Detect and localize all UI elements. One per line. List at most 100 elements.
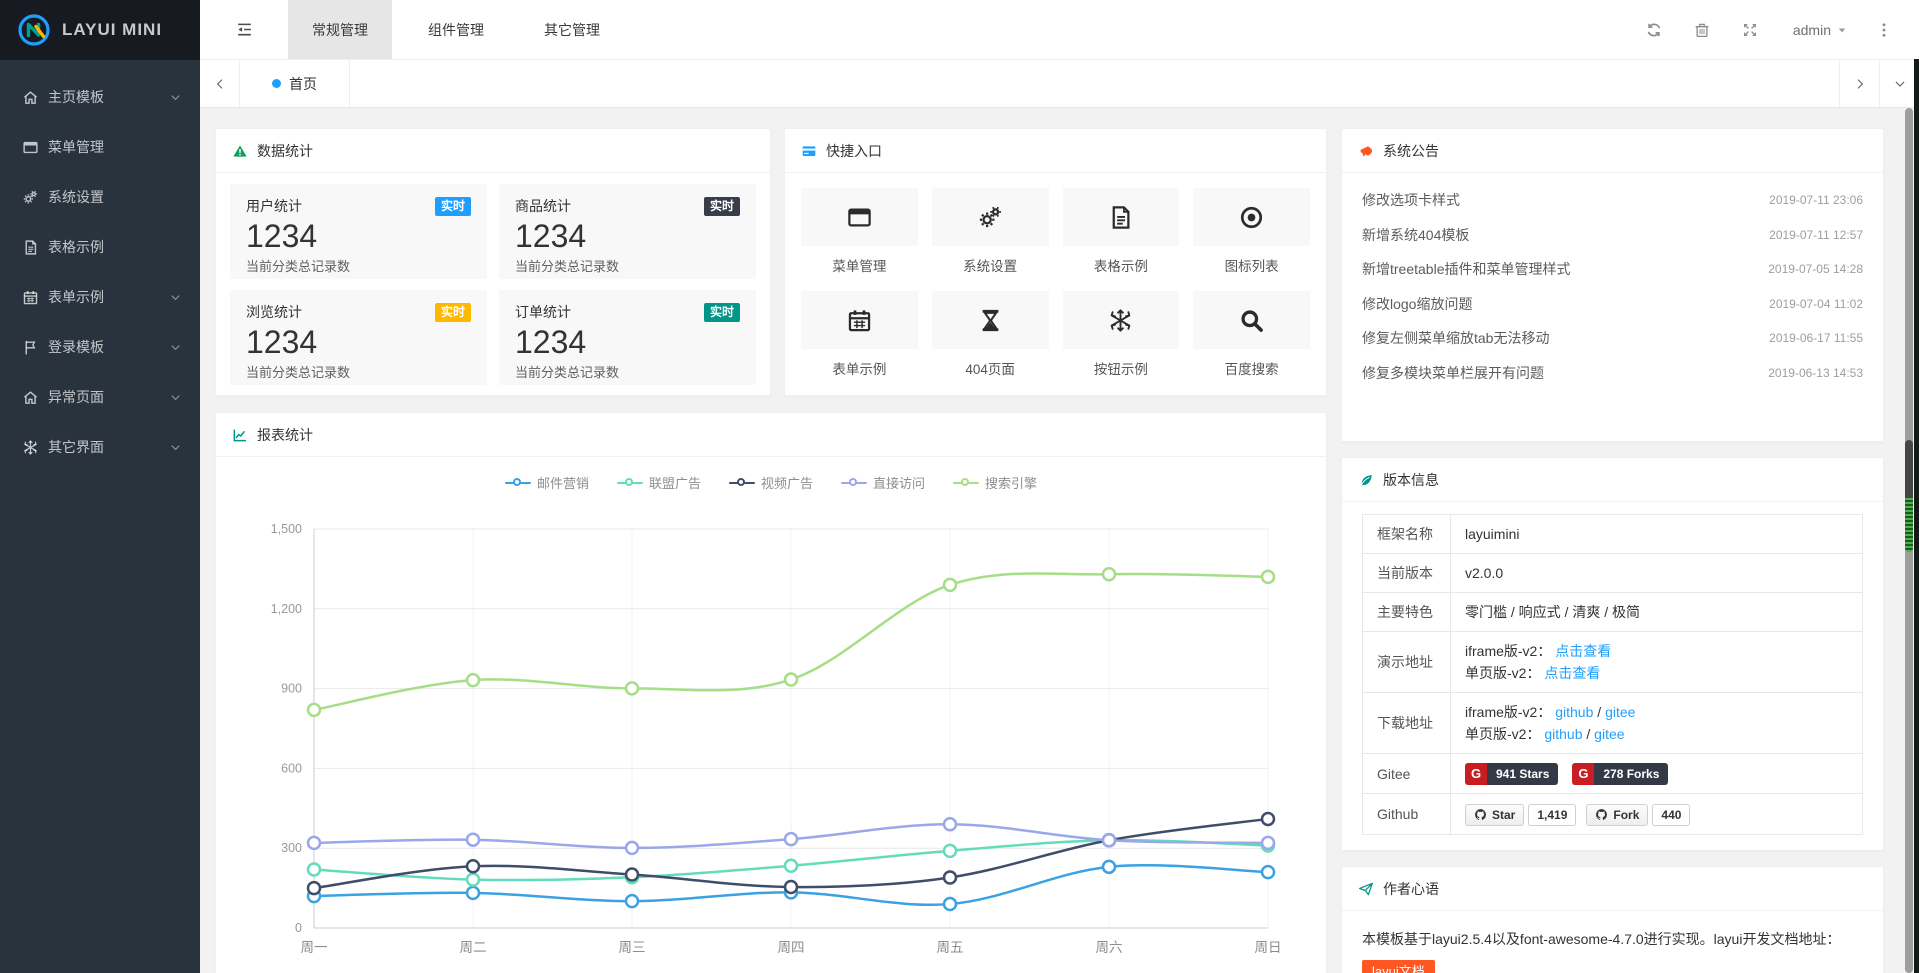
- version-link[interactable]: github: [1555, 704, 1593, 720]
- stat-card-top: 商品统计实时: [515, 196, 740, 216]
- quick-entry-系统设置[interactable]: 系统设置: [932, 188, 1049, 275]
- legend-item-搜索引擎[interactable]: 搜索引擎: [953, 473, 1037, 492]
- tab-operations-button[interactable]: [1879, 60, 1919, 107]
- quick-entry-icon-box: [1063, 291, 1180, 349]
- tab-scroll-right-button[interactable]: [1839, 60, 1879, 107]
- home-icon: [22, 389, 39, 406]
- version-row-label: Gitee: [1363, 754, 1451, 794]
- legend-item-联盟广告[interactable]: 联盟广告: [617, 473, 701, 492]
- stat-card-top: 订单统计实时: [515, 302, 740, 322]
- quick-entry-label: 404页面: [932, 358, 1049, 378]
- stat-label: 浏览统计: [246, 302, 302, 322]
- notice-list: 修改选项卡样式2019-07-11 23:06新增系统404模板2019-07-…: [1342, 173, 1883, 400]
- github-star-count[interactable]: 1,419: [1528, 804, 1576, 826]
- snowflake-icon: [1107, 307, 1134, 334]
- version-link[interactable]: gitee: [1605, 704, 1635, 720]
- gitee-badge[interactable]: G278 Forks: [1572, 763, 1668, 785]
- notice-time: 2019-07-11 12:57: [1769, 228, 1863, 242]
- sidebar-item-菜单管理[interactable]: 菜单管理: [0, 122, 200, 172]
- legend-item-直接访问[interactable]: 直接访问: [841, 473, 925, 492]
- version-link[interactable]: gitee: [1594, 726, 1624, 742]
- legend-label: 直接访问: [873, 473, 925, 492]
- app-title: LAYUI MINI: [62, 20, 162, 40]
- quick-entry-404页面[interactable]: 404页面: [932, 291, 1049, 378]
- panel-title: 报表统计: [257, 425, 313, 445]
- trash-icon[interactable]: [1693, 21, 1711, 39]
- quick-entry-图标列表[interactable]: 图标列表: [1193, 188, 1310, 275]
- version-link[interactable]: 点击查看: [1555, 643, 1611, 659]
- sidebar-item-登录模板[interactable]: 登录模板: [0, 322, 200, 372]
- sidebar-collapse-button[interactable]: [200, 0, 288, 59]
- gitee-badge[interactable]: G941 Stars: [1465, 763, 1558, 785]
- version-row-value: 零门槛 / 响应式 / 清爽 / 极简: [1451, 593, 1863, 632]
- quick-entry-表单示例[interactable]: 表单示例: [801, 291, 918, 378]
- stat-value: 1234: [246, 218, 471, 254]
- quick-entry-grid: 菜单管理系统设置表格示例图标列表表单示例 404页面按钮示例百度搜索: [785, 173, 1326, 393]
- quick-entry-按钮示例[interactable]: 按钮示例: [1063, 291, 1180, 378]
- sidebar-menu: 主页模板菜单管理系统设置表格示例表单示例登录模板异常页面其它界面: [0, 60, 200, 472]
- panel-quick-entry: 快捷入口 菜单管理系统设置表格示例图标列表表单示例404页面按钮示例百度搜索: [784, 128, 1327, 396]
- notice-text: 修改logo缩放问题: [1362, 294, 1472, 314]
- snowflake-icon: [22, 439, 39, 456]
- dotcircle-icon: [1238, 204, 1265, 231]
- layui-doc-button[interactable]: layui文档: [1362, 960, 1435, 973]
- sidebar-item-表格示例[interactable]: 表格示例: [0, 222, 200, 272]
- header-tab-其它管理[interactable]: 其它管理: [520, 0, 624, 59]
- svg-text:900: 900: [281, 682, 302, 696]
- github-octocat-icon: [1474, 808, 1487, 821]
- tab-scroll-left-button[interactable]: [200, 60, 240, 107]
- notice-text: 修复多模块菜单栏展开有问题: [1362, 363, 1544, 383]
- notice-time: 2019-07-04 11:02: [1769, 297, 1863, 311]
- legend-item-视频广告[interactable]: 视频广告: [729, 473, 813, 492]
- page-scrollbar-track[interactable]: [1905, 108, 1913, 973]
- svg-text:300: 300: [281, 841, 302, 855]
- file-icon: [1107, 204, 1134, 231]
- github-star-button[interactable]: Star: [1465, 804, 1524, 826]
- quick-entry-icon-box: [932, 188, 1049, 246]
- panel-data-stats-header: 数据统计: [216, 129, 770, 173]
- legend-marker: [505, 478, 531, 488]
- stat-desc: 当前分类总记录数: [246, 256, 471, 275]
- fullscreen-icon[interactable]: [1741, 21, 1759, 39]
- window-right-edge: [1914, 59, 1919, 973]
- quick-entry-label: 百度搜索: [1193, 358, 1310, 378]
- version-row-label: 当前版本: [1363, 554, 1451, 593]
- version-link[interactable]: 点击查看: [1544, 665, 1600, 681]
- notice-time: 2019-07-05 14:28: [1768, 262, 1863, 276]
- quick-entry-菜单管理[interactable]: 菜单管理: [801, 188, 918, 275]
- sidebar-item-label: 系统设置: [48, 187, 182, 207]
- user-menu[interactable]: admin: [1793, 22, 1849, 38]
- quick-entry-表格示例[interactable]: 表格示例: [1063, 188, 1180, 275]
- github-octocat-icon: [1595, 808, 1608, 821]
- more-menu-icon[interactable]: [1875, 21, 1893, 39]
- tab-home-label: 首页: [289, 74, 317, 94]
- sidebar-item-表单示例[interactable]: 表单示例: [0, 272, 200, 322]
- stat-cards: 用户统计实时1234当前分类总记录数商品统计实时1234当前分类总记录数浏览统计…: [216, 173, 770, 396]
- tab-bar-spacer: [350, 60, 1839, 107]
- page-scrollbar-thumb[interactable]: [1905, 440, 1913, 552]
- notice-item: 修改logo缩放问题 2019-07-04 11:02: [1362, 287, 1863, 322]
- sidebar-item-label: 登录模板: [48, 337, 169, 357]
- gitee-g-icon: G: [1572, 763, 1594, 785]
- paper-plane-icon: [1358, 881, 1374, 897]
- tab-home[interactable]: 首页: [240, 60, 350, 107]
- gitee-g-icon: G: [1465, 763, 1487, 785]
- sidebar-item-系统设置[interactable]: 系统设置: [0, 172, 200, 222]
- version-row-label: 下载地址: [1363, 693, 1451, 754]
- version-link[interactable]: github: [1544, 726, 1582, 742]
- sidebar-item-其它界面[interactable]: 其它界面: [0, 422, 200, 472]
- header-tab-组件管理[interactable]: 组件管理: [404, 0, 508, 59]
- logo-icon: [16, 12, 52, 48]
- version-row-value: layuimini: [1451, 515, 1863, 554]
- refresh-icon[interactable]: [1645, 21, 1663, 39]
- sidebar-item-主页模板[interactable]: 主页模板: [0, 72, 200, 122]
- sidebar-item-异常页面[interactable]: 异常页面: [0, 372, 200, 422]
- legend-item-邮件营销[interactable]: 邮件营销: [505, 473, 589, 492]
- stat-card-商品统计: 商品统计实时1234当前分类总记录数: [499, 184, 756, 279]
- header-tab-常规管理[interactable]: 常规管理: [288, 0, 392, 59]
- github-fork-count[interactable]: 440: [1652, 804, 1690, 826]
- quick-entry-百度搜索[interactable]: 百度搜索: [1193, 291, 1310, 378]
- calendar-icon: [22, 289, 39, 306]
- github-fork-button[interactable]: Fork: [1586, 804, 1648, 826]
- warning-triangle-icon: [232, 143, 248, 159]
